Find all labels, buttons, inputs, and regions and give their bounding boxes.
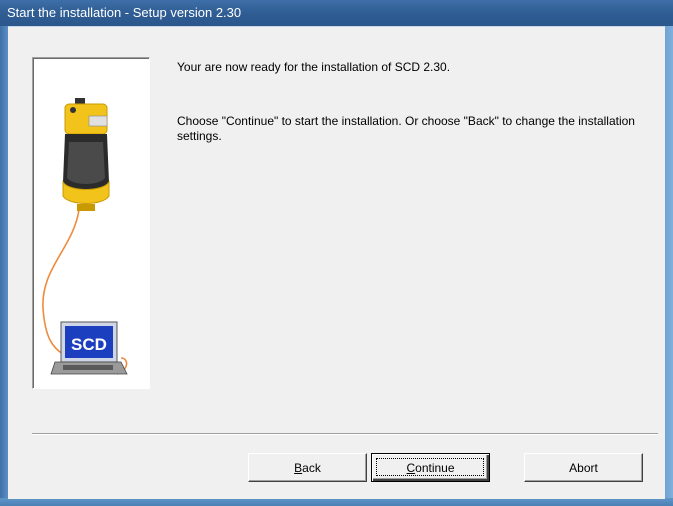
setup-window: Start the installation - Setup version 2… [0, 0, 673, 506]
window-frame-right [665, 26, 673, 506]
title-bar[interactable]: Start the installation - Setup version 2… [0, 0, 673, 26]
window-title: Start the installation - Setup version 2… [7, 5, 242, 20]
laptop-icon: SCD [50, 321, 128, 375]
back-button[interactable]: Back [248, 453, 367, 482]
window-frame-bottom [0, 498, 673, 506]
instruction-message: Choose "Continue" to start the installat… [177, 114, 635, 143]
back-mnemonic: B [294, 460, 303, 475]
button-separator [32, 433, 658, 435]
abort-button[interactable]: Abort [524, 453, 643, 482]
setup-illustration: SCD [32, 57, 150, 389]
continue-button[interactable]: Continue [371, 453, 490, 482]
dialog-client-area: SCD Your are now ready for the installat… [8, 26, 665, 499]
window-frame-left [0, 26, 8, 506]
ready-message: Your are now ready for the installation … [177, 60, 451, 74]
safety-laser-scanner-icon [62, 98, 110, 211]
abort-label: Abort [569, 460, 598, 475]
back-label: ack [302, 460, 321, 475]
focus-rectangle [376, 458, 484, 476]
laptop-screen-label: SCD [71, 335, 107, 354]
